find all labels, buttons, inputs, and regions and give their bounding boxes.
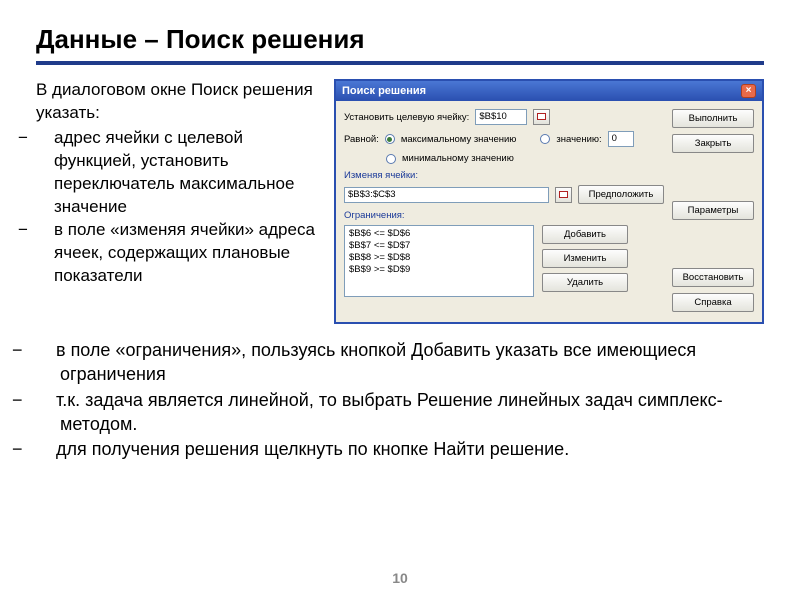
dialog-titlebar: Поиск решения ×	[336, 81, 762, 101]
constraint-item[interactable]: $B$8 >= $D$8	[349, 252, 529, 264]
list-item: в поле «ограничения», пользуясь кнопкой …	[36, 338, 764, 387]
radio-value[interactable]	[540, 134, 550, 144]
constraint-item[interactable]: $B$9 >= $D$9	[349, 264, 529, 276]
help-button[interactable]: Справка	[672, 293, 754, 312]
changing-cells-input[interactable]: $B$3:$C$3	[344, 187, 549, 203]
dialog-title-text: Поиск решения	[342, 85, 426, 97]
constraint-item[interactable]: $B$6 <= $D$6	[349, 228, 529, 240]
close-icon[interactable]: ×	[741, 84, 756, 98]
left-column: В диалоговом окне Поиск решения указать:…	[36, 79, 316, 287]
change-button[interactable]: Изменить	[542, 249, 628, 268]
solver-dialog: Поиск решения × Установить целевую ячейк…	[334, 79, 764, 324]
ref-picker-icon[interactable]	[555, 187, 572, 203]
list-item: в поле «изменяя ячейки» адреса ячеек, со…	[36, 219, 316, 288]
close-button[interactable]: Закрыть	[672, 134, 754, 153]
guess-button[interactable]: Предположить	[578, 185, 664, 204]
radio-max-label: максимальному значению	[401, 134, 517, 145]
constraints-label: Ограничения:	[344, 210, 664, 221]
changing-cells-label: Изменяя ячейки:	[344, 170, 664, 181]
constraint-item[interactable]: $B$7 <= $D$7	[349, 240, 529, 252]
list-item: т.к. задача является линейной, то выбрат…	[36, 388, 764, 437]
equal-label: Равной:	[344, 134, 379, 145]
lower-text-block: в поле «ограничения», пользуясь кнопкой …	[36, 338, 764, 461]
intro-text: В диалоговом окне Поиск решения указать:	[36, 79, 316, 125]
constraints-listbox[interactable]: $B$6 <= $D$6 $B$7 <= $D$7 $B$8 >= $D$8 $…	[344, 225, 534, 297]
slide-title: Данные – Поиск решения	[36, 24, 764, 61]
target-cell-label: Установить целевую ячейку:	[344, 112, 469, 123]
value-input[interactable]: 0	[608, 131, 634, 147]
delete-button[interactable]: Удалить	[542, 273, 628, 292]
list-item: адрес ячейки с целевой функцией, установ…	[36, 127, 316, 219]
ref-picker-icon[interactable]	[533, 109, 550, 125]
run-button[interactable]: Выполнить	[672, 109, 754, 128]
params-button[interactable]: Параметры	[672, 201, 754, 220]
restore-button[interactable]: Восстановить	[672, 268, 754, 287]
radio-min-label: минимальному значению	[402, 153, 514, 164]
radio-value-label: значению:	[556, 134, 601, 145]
radio-min[interactable]	[386, 154, 396, 164]
list-item: для получения решения щелкнуть по кнопке…	[36, 437, 764, 461]
title-rule	[36, 61, 764, 65]
target-cell-input[interactable]: $B$10	[475, 109, 527, 125]
add-button[interactable]: Добавить	[542, 225, 628, 244]
radio-max[interactable]	[385, 134, 395, 144]
page-number: 10	[0, 570, 800, 586]
